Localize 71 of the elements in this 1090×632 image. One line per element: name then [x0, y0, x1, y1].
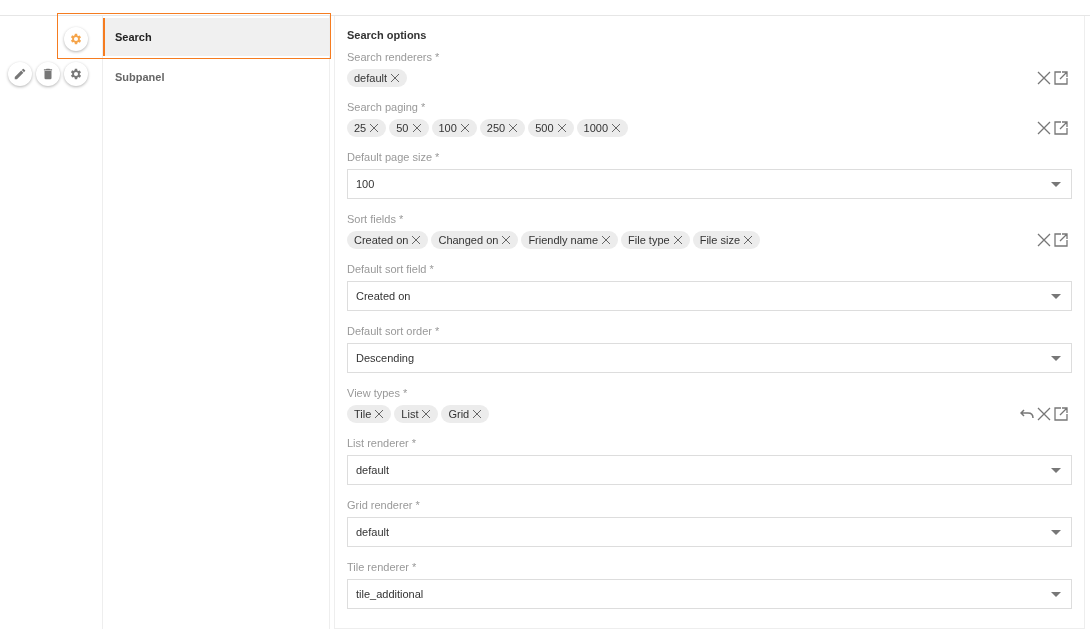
remove-icon[interactable]: [472, 409, 483, 419]
clear-icon[interactable]: [1037, 121, 1051, 135]
field-label: Default sort order *: [347, 325, 441, 337]
dropdown-caret-icon: [1051, 591, 1061, 597]
tag-chip[interactable]: 100: [431, 119, 477, 137]
clear-icon[interactable]: [1037, 71, 1051, 85]
clear-icon[interactable]: [1037, 407, 1051, 421]
field-label: Default page size *: [347, 151, 441, 163]
open-icon[interactable]: [1054, 407, 1068, 421]
tag-chip[interactable]: Tile: [347, 405, 392, 423]
remove-icon[interactable]: [411, 123, 422, 133]
select-field[interactable]: tile_additional: [347, 579, 1072, 609]
tag-chip[interactable]: File type: [621, 231, 690, 249]
field-label: List renderer *: [347, 437, 418, 449]
tag-chip[interactable]: 50: [389, 119, 429, 137]
tag-chip[interactable]: 500: [528, 119, 574, 137]
remove-icon[interactable]: [501, 235, 512, 245]
trash-icon: [41, 67, 55, 81]
field-label: Search renderers *: [347, 51, 441, 63]
nav-item[interactable]: Subpanel: [103, 58, 329, 96]
open-icon[interactable]: [1054, 121, 1068, 135]
remove-icon[interactable]: [421, 409, 432, 419]
nav-item[interactable]: Search: [103, 18, 329, 56]
remove-icon[interactable]: [369, 123, 380, 133]
select-field[interactable]: 100: [347, 169, 1072, 199]
undo-icon[interactable]: [1020, 409, 1034, 419]
select-field[interactable]: Descending: [347, 343, 1072, 373]
section-title: Search options: [347, 29, 428, 41]
dropdown-caret-icon: [1051, 355, 1061, 361]
dropdown-caret-icon: [1051, 293, 1061, 299]
dropdown-caret-icon: [1051, 467, 1061, 473]
clear-icon[interactable]: [1037, 233, 1051, 247]
settings-icon: [69, 67, 83, 81]
settings-icon: [69, 32, 83, 46]
tag-chip[interactable]: File size: [692, 231, 760, 249]
remove-icon[interactable]: [672, 235, 683, 245]
settings-button[interactable]: [64, 62, 88, 86]
remove-icon[interactable]: [374, 409, 385, 419]
edit-button[interactable]: [8, 62, 32, 86]
remove-icon[interactable]: [390, 73, 401, 83]
tag-chip[interactable]: Created on: [347, 231, 429, 249]
open-icon[interactable]: [1054, 233, 1068, 247]
remove-icon[interactable]: [601, 235, 612, 245]
tag-chip[interactable]: 1000: [576, 119, 629, 137]
remove-icon[interactable]: [611, 123, 622, 133]
dropdown-caret-icon: [1051, 181, 1061, 187]
select-field[interactable]: default: [347, 455, 1072, 485]
remove-icon[interactable]: [743, 235, 753, 245]
select-field[interactable]: default: [347, 517, 1072, 547]
tag-chip[interactable]: 25: [347, 119, 387, 137]
field-label: Grid renderer *: [347, 499, 421, 511]
tag-chip[interactable]: 250: [479, 119, 526, 137]
field-label: Search paging *: [347, 101, 427, 113]
tag-chip[interactable]: Friendly name: [521, 231, 619, 249]
remove-icon[interactable]: [508, 123, 519, 133]
field-label: View types *: [347, 387, 409, 399]
tag-chip[interactable]: Changed on: [431, 231, 519, 249]
select-field[interactable]: Created on: [347, 281, 1072, 311]
delete-button[interactable]: [36, 62, 60, 86]
field-label: Default sort field *: [347, 263, 435, 275]
dropdown-caret-icon: [1051, 529, 1061, 535]
field-label: Tile renderer *: [347, 561, 418, 573]
pencil-icon: [13, 67, 27, 81]
tag-chip[interactable]: default: [347, 69, 408, 87]
remove-icon[interactable]: [411, 235, 422, 245]
field-label: Sort fields *: [347, 213, 405, 225]
tag-chip[interactable]: Grid: [441, 405, 490, 423]
remove-icon[interactable]: [556, 123, 567, 133]
remove-icon[interactable]: [459, 123, 470, 133]
tag-chip[interactable]: List: [394, 405, 439, 423]
open-icon[interactable]: [1054, 71, 1068, 85]
